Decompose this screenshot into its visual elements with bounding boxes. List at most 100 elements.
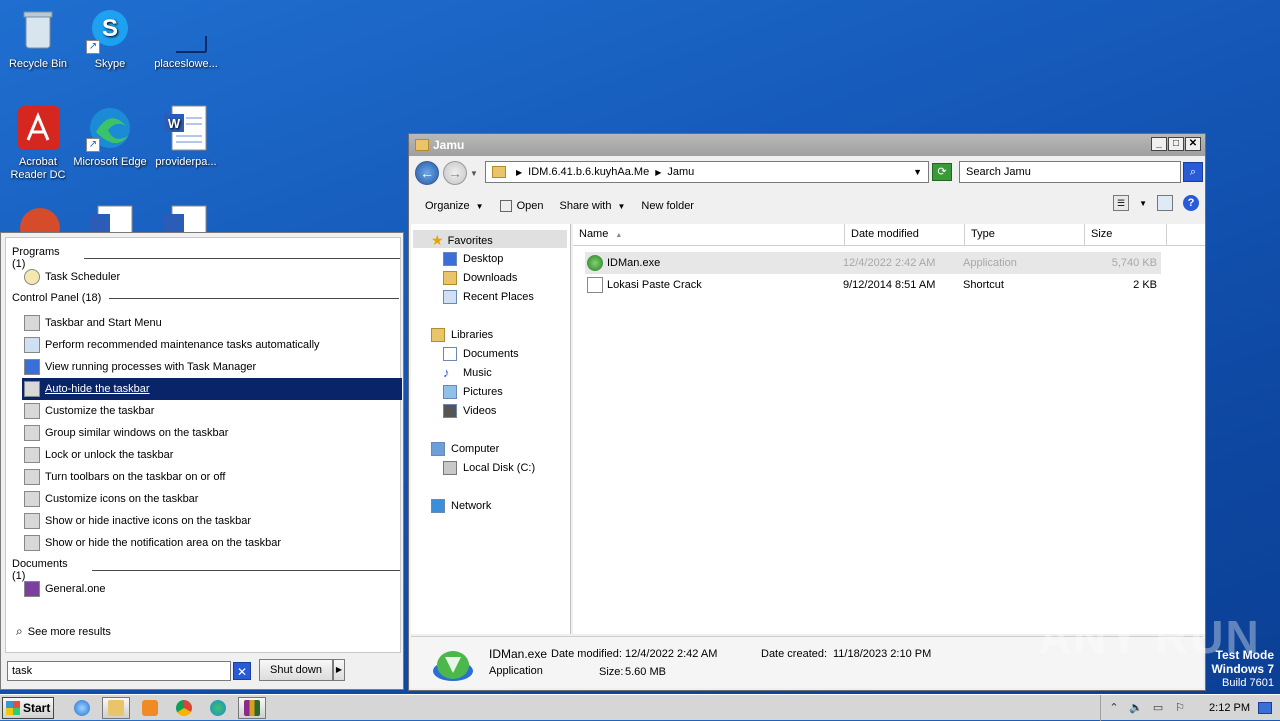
result-inactive-icons[interactable]: Show or hide inactive icons on the taskb… <box>22 510 402 532</box>
search-icon[interactable]: ⌕ <box>1183 162 1203 182</box>
desktop-icon-recycle-bin[interactable]: Recycle Bin <box>0 6 76 71</box>
refresh-icon[interactable]: ⟳ <box>932 163 952 181</box>
desktop-icon-providerpa[interactable]: W providerpa... <box>148 104 224 169</box>
taskbar-settings-icon <box>24 403 40 419</box>
nav-network[interactable]: Network <box>431 499 491 513</box>
show-desktop-button[interactable] <box>1258 702 1272 714</box>
show-hidden-icons-chevron-icon[interactable]: ⌃ <box>1107 701 1121 715</box>
help-icon[interactable]: ? <box>1183 195 1199 211</box>
view-options-chevron-icon[interactable]: ▼ <box>1139 199 1147 208</box>
nav-documents[interactable]: Documents <box>443 347 519 361</box>
nav-label: Computer <box>451 443 500 455</box>
start-label: Start <box>23 700 51 715</box>
taskbar-chrome-button[interactable] <box>170 697 198 719</box>
breadcrumb-item[interactable]: Jamu <box>667 166 694 178</box>
start-button[interactable]: Start <box>2 696 54 719</box>
close-button[interactable]: ✕ <box>1185 137 1201 151</box>
result-label: Customize the taskbar <box>45 405 155 417</box>
taskbar-explorer-button[interactable] <box>102 696 130 719</box>
file-size: 2 KB <box>1133 279 1157 291</box>
taskbar-edge-button[interactable] <box>204 697 232 719</box>
file-row[interactable]: Lokasi Paste Crack 9/12/2014 8:51 AM Sho… <box>585 274 1161 296</box>
shutdown-button[interactable]: Shut down <box>259 659 333 681</box>
open-label: Open <box>516 200 544 212</box>
preview-pane-icon[interactable] <box>1157 195 1173 211</box>
action-center-flag-icon[interactable]: ⚐ <box>1173 701 1187 715</box>
result-customize-icons[interactable]: Customize icons on the taskbar <box>22 488 402 510</box>
nav-label: Favorites <box>447 234 493 247</box>
result-group-windows[interactable]: Group similar windows on the taskbar <box>22 422 402 444</box>
share-with-button[interactable]: Share with ▼ <box>551 194 633 218</box>
forward-button[interactable]: → <box>443 161 467 185</box>
maximize-button[interactable]: □ <box>1168 137 1184 151</box>
result-maintenance[interactable]: Perform recommended maintenance tasks au… <box>22 334 402 356</box>
taskbar-ie-button[interactable] <box>68 697 96 719</box>
address-dropdown-icon[interactable]: ▼ <box>913 167 922 177</box>
details-modified-label: Date modified: <box>551 648 622 660</box>
explorer-window: Jamu _ □ ✕ ← → ▼ ▶ IDM.6.41.b.6.kuyhAa.M… <box>408 133 1206 691</box>
address-row: ← → ▼ ▶ IDM.6.41.b.6.kuyhAa.Me ▶ Jamu ▼ … <box>409 158 1205 188</box>
new-folder-button[interactable]: New folder <box>633 194 702 218</box>
see-more-results-link[interactable]: ⌕ See more results <box>16 624 111 639</box>
folder-icon <box>108 699 124 716</box>
nav-desktop[interactable]: Desktop <box>443 252 503 266</box>
nav-libraries[interactable]: Libraries <box>431 328 493 342</box>
column-header-date[interactable]: Date modified <box>845 224 965 246</box>
result-auto-hide-taskbar[interactable]: Auto-hide the taskbar <box>22 378 402 400</box>
column-header-name[interactable]: Name ▲ <box>573 224 845 246</box>
category-control-panel[interactable]: Control Panel (18) <box>12 292 400 304</box>
nav-downloads[interactable]: Downloads <box>443 271 517 285</box>
desktop-icon-label: Skype <box>94 58 126 70</box>
address-bar[interactable]: ▶ IDM.6.41.b.6.kuyhAa.Me ▶ Jamu ▼ <box>485 161 929 183</box>
recent-pages-chevron-icon[interactable]: ▼ <box>470 169 478 178</box>
desktop-icon-edge[interactable]: ↗ Microsoft Edge <box>72 104 148 169</box>
start-menu: Programs (1) Task Scheduler Control Pane… <box>0 232 404 690</box>
breadcrumb-item[interactable]: IDM.6.41.b.6.kuyhAa.Me <box>528 166 649 178</box>
see-more-label: See more results <box>27 625 111 638</box>
desktop-icon-skype[interactable]: S ↗ Skype <box>72 6 148 71</box>
nav-videos[interactable]: Videos <box>443 404 496 418</box>
os-name-line: Windows 7 <box>1211 662 1274 676</box>
file-size: 5,740 KB <box>1111 257 1157 269</box>
back-button[interactable]: ← <box>415 161 439 185</box>
result-taskbar-start-menu[interactable]: Taskbar and Start Menu <box>22 312 402 334</box>
minimize-button[interactable]: _ <box>1151 137 1167 151</box>
file-row[interactable]: IDMan.exe 12/4/2022 2:42 AM Application … <box>585 252 1161 274</box>
skype-icon: S ↗ <box>86 6 134 54</box>
taskbar-winrar-button[interactable] <box>238 696 266 719</box>
nav-pictures[interactable]: Pictures <box>443 385 503 399</box>
result-customize-taskbar[interactable]: Customize the taskbar <box>22 400 402 422</box>
window-titlebar[interactable]: Jamu <box>409 134 1205 156</box>
nav-local-disk[interactable]: Local Disk (C:) <box>443 461 535 475</box>
nav-favorites[interactable]: ★ Favorites <box>431 232 493 249</box>
clock[interactable]: 2:12 PM <box>1209 702 1250 714</box>
volume-icon[interactable]: 🔈 <box>1129 701 1143 715</box>
column-header-size[interactable]: Size <box>1085 224 1167 246</box>
desktop-icon-placeslowe[interactable]: placeslowe... <box>148 6 224 71</box>
taskbar-media-player-button[interactable] <box>136 697 164 719</box>
change-view-icon[interactable]: ☰ <box>1113 195 1130 211</box>
nav-label: Libraries <box>451 329 494 341</box>
result-lock-taskbar[interactable]: Lock or unlock the taskbar <box>22 444 402 466</box>
result-task-scheduler[interactable]: Task Scheduler <box>22 266 402 288</box>
result-notification-area[interactable]: Show or hide the notification area on th… <box>22 532 402 554</box>
clear-search-icon[interactable]: ✕ <box>233 662 251 680</box>
nav-recent-places[interactable]: Recent Places <box>443 290 534 304</box>
column-header-type[interactable]: Type <box>965 224 1085 246</box>
network-icon[interactable]: ▭ <box>1151 701 1165 715</box>
result-task-manager[interactable]: View running processes with Task Manager <box>22 356 402 378</box>
shutdown-options-arrow-icon[interactable]: ▶ <box>333 659 345 681</box>
organize-button[interactable]: Organize ▼ <box>417 194 492 218</box>
start-search-input[interactable]: task <box>7 661 231 681</box>
result-general-one[interactable]: General.one <box>22 578 402 600</box>
open-button[interactable]: Open <box>492 194 552 218</box>
svg-text:S: S <box>102 15 118 42</box>
nav-computer[interactable]: Computer <box>431 442 499 456</box>
desktop-icon-acrobat[interactable]: Acrobat Reader DC <box>0 104 76 182</box>
result-toolbars[interactable]: Turn toolbars on the taskbar on or off <box>22 466 402 488</box>
folder-search-input[interactable]: Search Jamu <box>959 161 1181 183</box>
result-label: Group similar windows on the taskbar <box>45 427 229 439</box>
nav-music[interactable]: ♪ Music <box>443 366 492 380</box>
taskbar: Start ⌃ 🔈 ▭ ⚐ 2:12 PM <box>0 694 1280 721</box>
notification-area-icon <box>24 513 40 529</box>
